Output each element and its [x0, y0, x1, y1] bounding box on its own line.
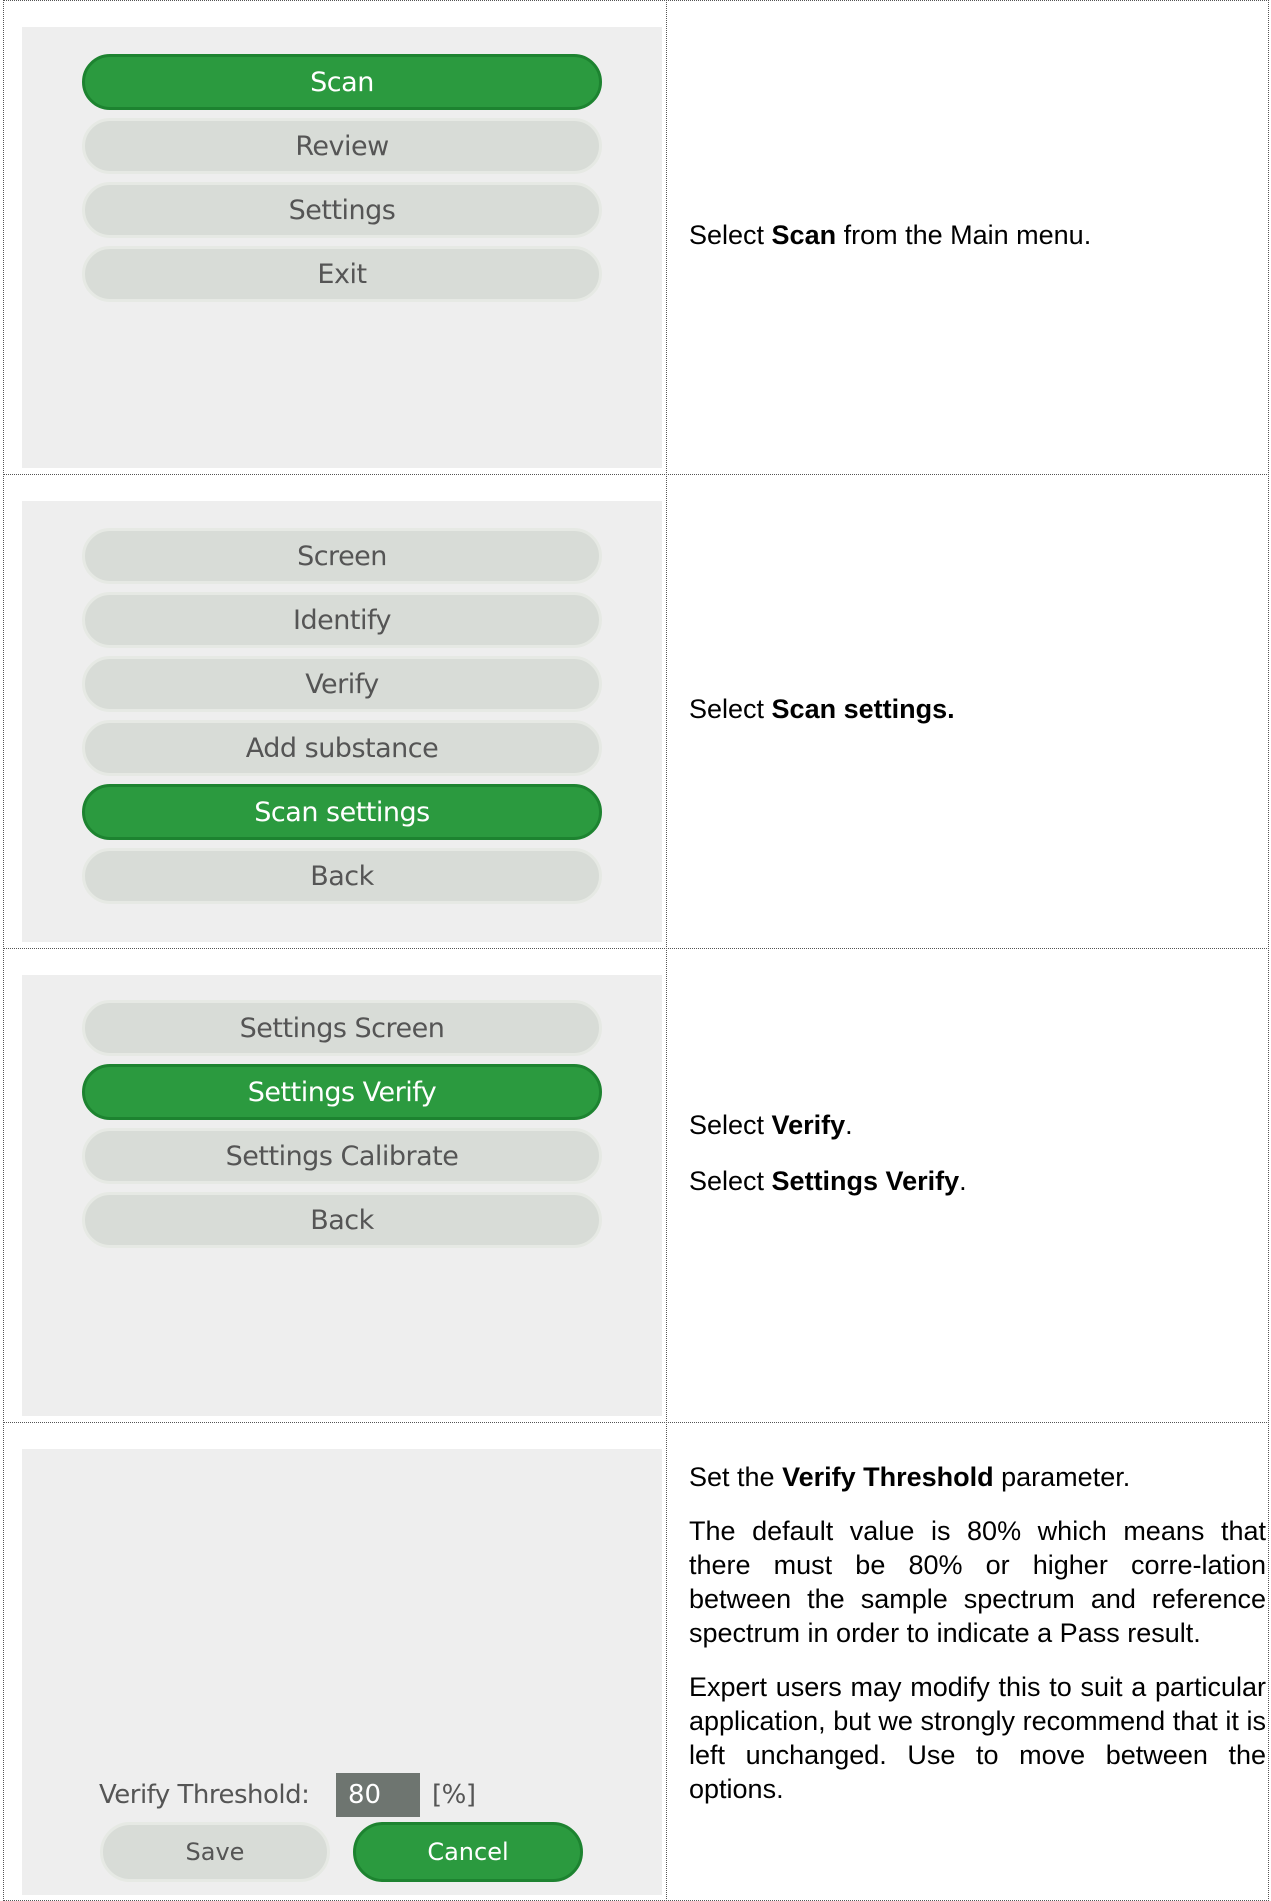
menu-item-back[interactable]: Back: [82, 1192, 602, 1248]
menu-item-settings-calibrate[interactable]: Settings Calibrate: [82, 1128, 602, 1184]
instruction-step-1: Select Scan from the Main menu.: [689, 220, 1092, 250]
menu-item-exit[interactable]: Exit: [82, 246, 602, 302]
menu-item-scan[interactable]: Scan: [82, 54, 602, 110]
menu-item-add-substance[interactable]: Add substance: [82, 720, 602, 776]
menu-item-settings-screen[interactable]: Settings Screen: [82, 1000, 602, 1056]
menu-item-verify[interactable]: Verify: [82, 656, 602, 712]
instruction-step-4: Set the Verify Threshold parameter. The …: [689, 1462, 1266, 1804]
verify-threshold-label: Verify Threshold:: [99, 1780, 310, 1810]
menu-item-settings-verify[interactable]: Settings Verify: [82, 1064, 602, 1120]
column-divider: [666, 0, 667, 1901]
menu-item-screen[interactable]: Screen: [82, 528, 602, 584]
row-divider: [3, 474, 1269, 475]
cancel-button[interactable]: Cancel: [353, 1822, 583, 1882]
expert-users-paragraph: Expert users may modify this to suit a p…: [689, 1672, 1266, 1804]
menu-item-scan-settings[interactable]: Scan settings: [82, 784, 602, 840]
row-divider: [3, 0, 1269, 1]
default-value-paragraph: The default value is 80% which means tha…: [689, 1516, 1266, 1648]
row-divider: [3, 1422, 1269, 1423]
instruction-step-2: Select Scan settings.: [689, 694, 955, 724]
menu-item-back[interactable]: Back: [82, 848, 602, 904]
menu-item-settings[interactable]: Settings: [82, 182, 602, 238]
threshold-unit-label: [%]: [432, 1780, 476, 1810]
menu-item-identify[interactable]: Identify: [82, 592, 602, 648]
verify-threshold-input[interactable]: 80: [336, 1773, 420, 1817]
menu-item-review[interactable]: Review: [82, 118, 602, 174]
row-divider: [3, 948, 1269, 949]
save-button[interactable]: Save: [100, 1822, 330, 1882]
instruction-step-3: Select Verify. Select Settings Verify.: [689, 1110, 967, 1196]
